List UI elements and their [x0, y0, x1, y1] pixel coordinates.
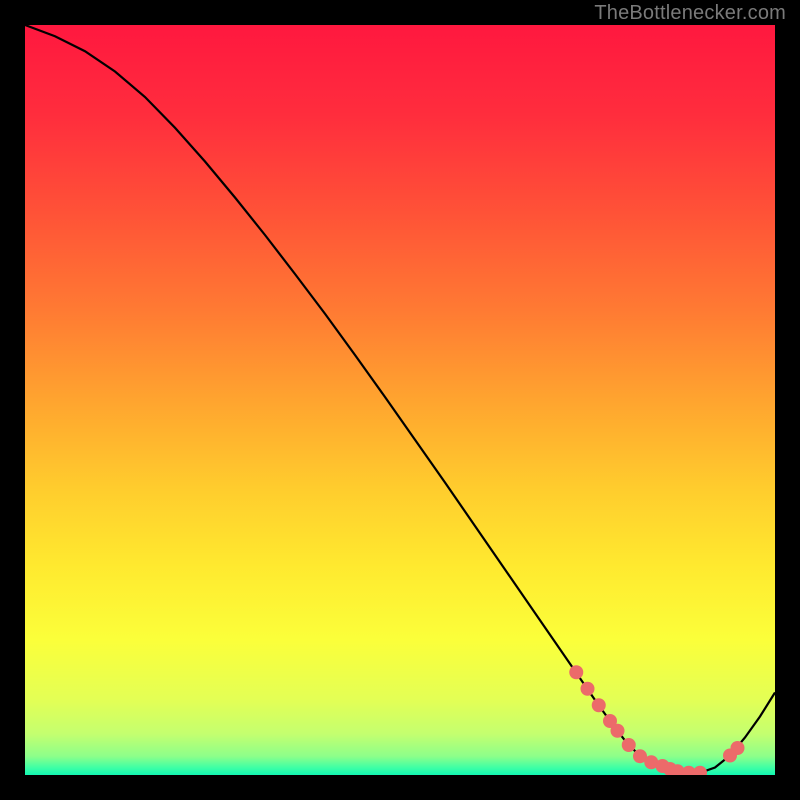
- marker-dot: [592, 698, 606, 712]
- chart-frame: TheBottlenecker.com: [0, 0, 800, 800]
- marker-dot: [581, 682, 595, 696]
- marker-dot: [731, 741, 745, 755]
- marker-dot: [569, 665, 583, 679]
- chart-svg: [25, 25, 775, 775]
- attribution-text: TheBottlenecker.com: [594, 2, 786, 25]
- plot-area: [25, 25, 775, 775]
- marker-dot: [611, 724, 625, 738]
- marker-dot: [622, 738, 636, 752]
- gradient-background: [25, 25, 775, 775]
